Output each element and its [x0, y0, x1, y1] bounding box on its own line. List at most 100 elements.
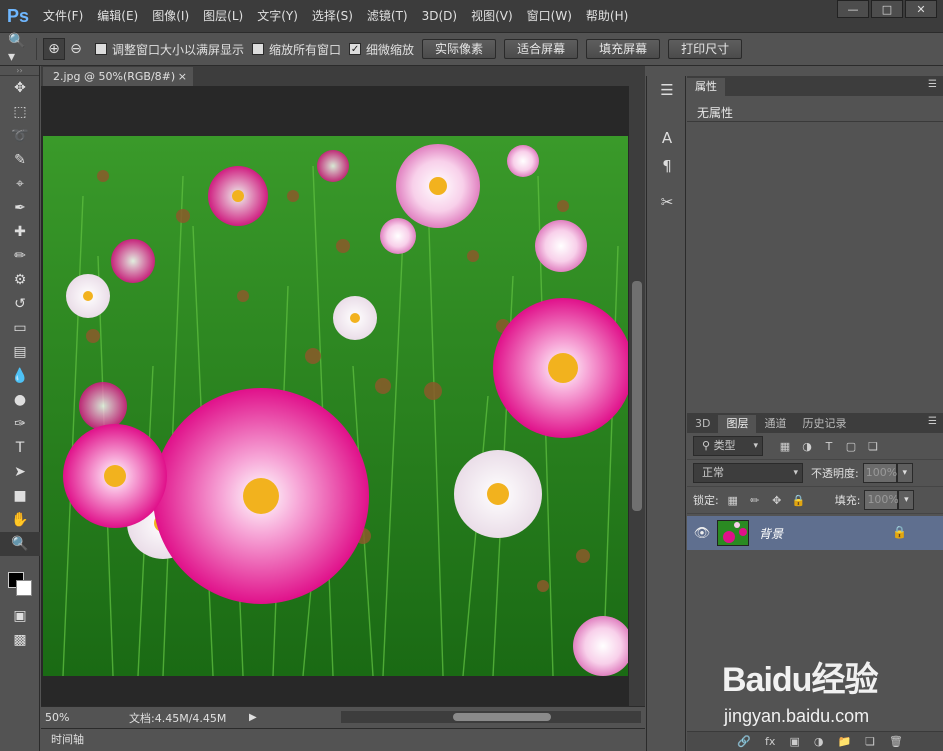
paragraph-panel-icon[interactable]: ¶	[647, 152, 687, 180]
opacity-input[interactable]: 100%	[862, 463, 897, 483]
menu-help[interactable]: 帮助(H)	[579, 0, 635, 32]
brush-icon[interactable]: ✏	[0, 244, 40, 268]
quick-mask-icon[interactable]: ▣	[0, 604, 40, 628]
filter-smart-object-icon[interactable]: ❏	[865, 438, 881, 454]
fill-dropdown-icon[interactable]: ▾	[898, 490, 915, 510]
timeline-panel-tab[interactable]: 时间轴	[41, 728, 645, 751]
vertical-scrollbar[interactable]	[629, 86, 645, 706]
marquee-icon[interactable]: ⬚	[0, 100, 40, 124]
filter-adjustment-icon[interactable]: ◑	[799, 438, 815, 454]
tool-presets-icon[interactable]: ✂	[647, 188, 687, 216]
zoom-in-icon[interactable]: ⊕	[43, 38, 65, 60]
lock-position-icon[interactable]: ✥	[769, 492, 785, 508]
document-tab[interactable]: 2.jpg @ 50%(RGB/8#) ×	[43, 67, 193, 86]
actual-pixels-button[interactable]: 实际像素	[422, 39, 497, 59]
gradient-icon[interactable]: ▤	[0, 340, 40, 364]
panel-menu-icon[interactable]: ☰	[928, 79, 937, 90]
tab-history[interactable]: 历史记录	[794, 415, 854, 433]
layer-row[interactable]: 👁 背景 🔒	[687, 516, 943, 550]
opacity-dropdown-icon[interactable]: ▾	[896, 463, 913, 483]
properties-panel-icon[interactable]: ☰	[647, 76, 687, 104]
lock-all-icon[interactable]: 🔒	[791, 492, 807, 508]
fill-screen-button[interactable]: 填充屏幕	[586, 39, 661, 59]
fill-input[interactable]: 100%	[864, 490, 899, 510]
hand-icon[interactable]: ✋	[0, 508, 40, 532]
lasso-icon[interactable]: ➰	[0, 124, 40, 148]
screen-mode-icon[interactable]: ▩	[0, 628, 40, 652]
history-brush-icon[interactable]: ↺	[0, 292, 40, 316]
move-icon[interactable]: ✥	[0, 76, 40, 100]
scrubby-zoom-checkbox[interactable]: ✓	[349, 43, 362, 55]
canvas-area[interactable]	[41, 86, 629, 706]
menu-edit[interactable]: 编辑(E)	[90, 0, 145, 32]
zoom-out-icon[interactable]: ⊖	[65, 38, 87, 60]
vertical-scroll-thumb[interactable]	[632, 281, 642, 511]
path-select-icon[interactable]: ➤	[0, 460, 40, 484]
menu-type[interactable]: 文字(Y)	[250, 0, 305, 32]
options-bar: 🔍▾ ⊕ ⊖ 调整窗口大小以满屏显示 缩放所有窗口 ✓ 细微缩放 实际像素 适合…	[0, 32, 943, 66]
zoom-tool-preset-icon[interactable]: 🔍▾	[8, 33, 30, 65]
filter-shape-icon[interactable]: ▢	[843, 438, 859, 454]
adjustment-layer-icon[interactable]: ◑	[814, 735, 824, 748]
zoom-icon[interactable]: 🔍	[0, 532, 40, 556]
menu-window[interactable]: 窗口(W)	[520, 0, 579, 32]
stamp-icon[interactable]: ⚙	[0, 268, 40, 292]
print-size-button[interactable]: 打印尺寸	[668, 39, 743, 59]
menu-view[interactable]: 视图(V)	[464, 0, 520, 32]
filter-pixel-icon[interactable]: ▦	[777, 438, 793, 454]
properties-panel-header: 属性 ☰	[687, 76, 943, 96]
type-icon[interactable]: T	[0, 436, 40, 460]
menu-layer[interactable]: 图层(L)	[196, 0, 250, 32]
fit-screen-button[interactable]: 适合屏幕	[504, 39, 579, 59]
filter-kind-select[interactable]: ⚲ 类型 ▾	[693, 436, 763, 456]
minimize-icon[interactable]: —	[837, 0, 869, 18]
tab-3d[interactable]: 3D	[687, 415, 718, 433]
pen-icon[interactable]: ✑	[0, 412, 40, 436]
close-icon[interactable]: ✕	[905, 0, 937, 18]
filter-type-icon[interactable]: T	[821, 438, 837, 454]
add-mask-icon[interactable]: ▣	[789, 735, 799, 748]
link-layers-icon[interactable]: 🔗	[737, 735, 751, 748]
fx-icon[interactable]: fx	[765, 735, 775, 748]
resize-windows-checkbox[interactable]	[95, 43, 107, 55]
blend-mode-select[interactable]: 正常 ▾	[693, 463, 803, 483]
new-group-icon[interactable]: 📁	[837, 735, 851, 748]
lock-pixels-icon[interactable]: ✏	[747, 492, 763, 508]
new-layer-icon[interactable]: ❏	[865, 735, 875, 748]
character-panel-icon[interactable]: A	[647, 124, 687, 152]
panel-grip[interactable]: ››	[0, 66, 39, 76]
maximize-icon[interactable]: □	[871, 0, 903, 18]
lock-transparent-icon[interactable]: ▦	[725, 492, 741, 508]
status-menu-arrow-icon[interactable]: ▶	[249, 712, 257, 723]
tab-properties[interactable]: 属性	[687, 78, 725, 96]
menu-image[interactable]: 图像(I)	[145, 0, 196, 32]
layer-filter-row: ⚲ 类型 ▾ ▦ ◑ T ▢ ❏	[687, 433, 943, 460]
background-color-swatch[interactable]	[16, 580, 32, 596]
tab-layers[interactable]: 图层	[718, 415, 757, 433]
eye-icon[interactable]: 👁	[687, 526, 717, 541]
menu-filter[interactable]: 滤镜(T)	[360, 0, 415, 32]
photo-canvas[interactable]	[43, 136, 628, 676]
menu-file[interactable]: 文件(F)	[36, 0, 90, 32]
eraser-icon[interactable]: ▭	[0, 316, 40, 340]
zoom-level[interactable]: 50%	[41, 711, 89, 724]
menu-select[interactable]: 选择(S)	[305, 0, 360, 32]
tab-channels[interactable]: 通道	[756, 415, 794, 433]
panel-menu-icon[interactable]: ☰	[928, 416, 937, 427]
crop-icon[interactable]: ⌖	[0, 172, 40, 196]
horizontal-scrollbar[interactable]	[341, 711, 641, 723]
healing-icon[interactable]: ✚	[0, 220, 40, 244]
dodge-icon[interactable]: ●	[0, 388, 40, 412]
blur-icon[interactable]: 💧	[0, 364, 40, 388]
close-tab-icon[interactable]: ×	[178, 67, 187, 86]
photoshop-logo: Ps	[6, 5, 30, 26]
properties-panel: 属性 ☰ 无属性	[687, 76, 943, 411]
zoom-all-windows-checkbox[interactable]	[252, 43, 265, 55]
layer-name[interactable]: 背景	[759, 525, 783, 542]
horizontal-scroll-thumb[interactable]	[453, 713, 551, 721]
quick-select-icon[interactable]: ✎	[0, 148, 40, 172]
eyedropper-icon[interactable]: ✒	[0, 196, 40, 220]
shape-icon[interactable]: ■	[0, 484, 40, 508]
menu-3d[interactable]: 3D(D)	[415, 0, 464, 32]
trash-icon[interactable]: 🗑	[889, 735, 903, 748]
